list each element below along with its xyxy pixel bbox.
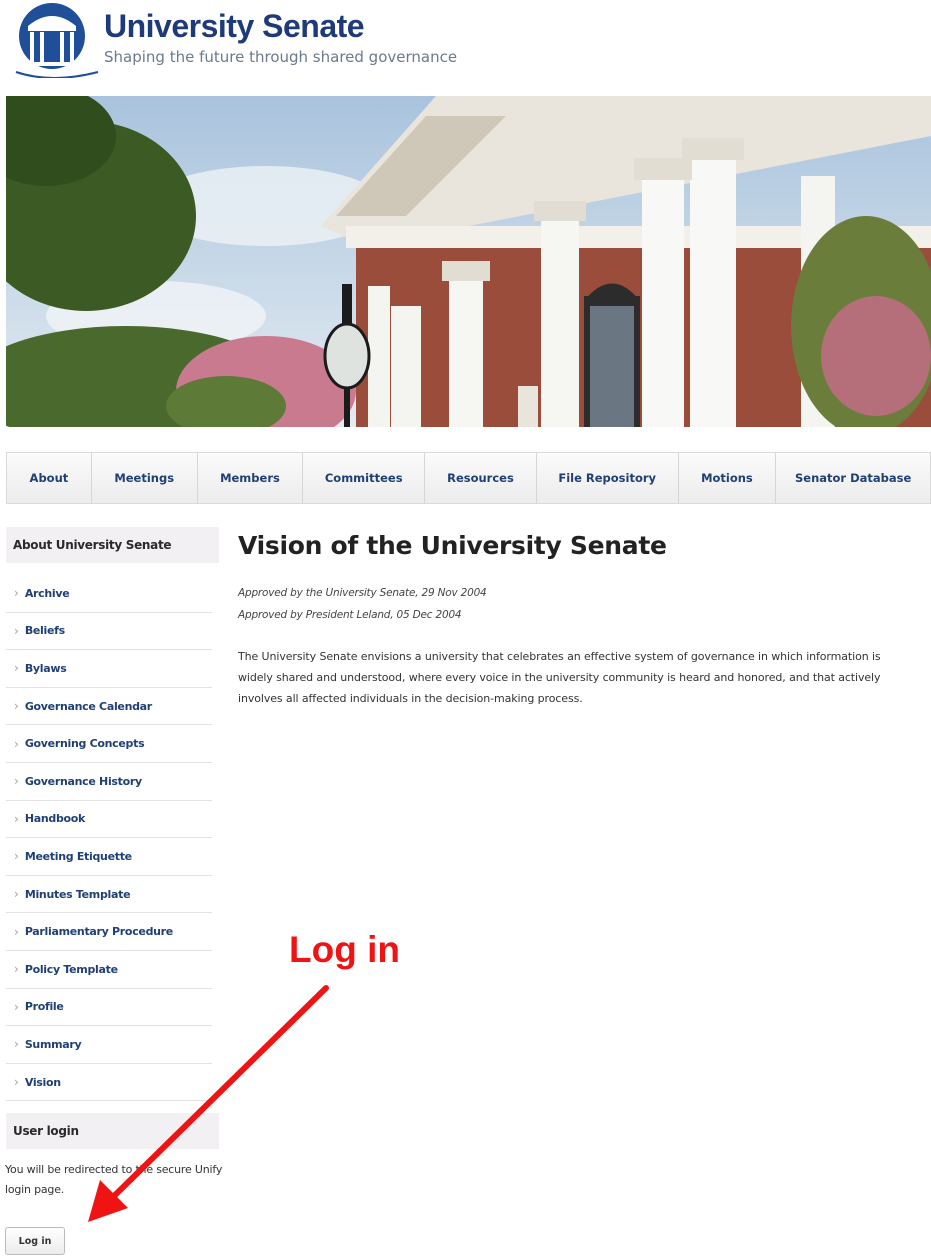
hero-banner-image: [6, 96, 931, 427]
sidebar-item-label: Minutes Template: [24, 887, 131, 901]
chevron-right-icon: ›: [14, 849, 19, 864]
vision-statement: The University Senate envisions a univer…: [238, 650, 881, 705]
nav-about[interactable]: About: [7, 453, 92, 503]
annotation-label: Log in: [289, 929, 400, 970]
nav-resources[interactable]: Resources: [425, 453, 537, 503]
user-login-title: User login: [6, 1113, 219, 1149]
sidebar-item-summary[interactable]: › Summary: [6, 1026, 212, 1064]
sidebar-item-governing-concepts[interactable]: › Governing Concepts: [6, 725, 212, 763]
sidebar-item-vision[interactable]: › Vision: [6, 1064, 212, 1102]
sidebar-item-label: Governance History: [24, 774, 142, 788]
sidebar-item-governance-history[interactable]: › Governance History: [6, 763, 212, 801]
sidebar-item-label: Bylaws: [24, 661, 67, 675]
nav-meetings[interactable]: Meetings: [92, 453, 198, 503]
sidebar-item-label: Profile: [24, 1000, 64, 1014]
nav-senator-database[interactable]: Senator Database: [776, 453, 930, 503]
sidebar-item-bylaws[interactable]: › Bylaws: [6, 650, 212, 688]
sidebar-item-minutes-template[interactable]: › Minutes Template: [6, 876, 212, 914]
senate-logo[interactable]: [6, 2, 100, 79]
login-button[interactable]: Log in: [5, 1227, 65, 1255]
nav-members[interactable]: Members: [198, 453, 304, 503]
sidebar-item-label: Governing Concepts: [24, 737, 145, 751]
sidebar-item-label: Summary: [24, 1037, 82, 1051]
sidebar-item-label: Parliamentary Procedure: [24, 925, 173, 939]
chevron-right-icon: ›: [14, 774, 19, 789]
chevron-right-icon: ›: [14, 699, 19, 714]
sidebar-item-label: Governance Calendar: [24, 699, 152, 713]
chevron-right-icon: ›: [14, 736, 19, 751]
sidebar-item-meeting-etiquette[interactable]: › Meeting Etiquette: [6, 838, 212, 876]
sidebar-item-profile[interactable]: › Profile: [6, 989, 212, 1027]
approval-note-president: Approved by President Leland, 05 Dec 200…: [238, 609, 462, 621]
sidebar-item-label: Beliefs: [24, 624, 65, 638]
chevron-right-icon: ›: [14, 1037, 19, 1052]
sidebar-item-archive[interactable]: › Archive: [6, 575, 212, 613]
nav-file-repository[interactable]: File Repository: [537, 453, 679, 503]
sidebar-item-label: Vision: [24, 1075, 61, 1089]
main-navigation: About Meetings Members Committees Resour…: [6, 452, 931, 504]
approval-note-senate: Approved by the University Senate, 29 No…: [238, 587, 487, 599]
login-redirect-note: You will be redirected to the secure Uni…: [5, 1163, 223, 1196]
chevron-right-icon: ›: [14, 586, 19, 601]
chevron-right-icon: ›: [14, 924, 19, 939]
sidebar-item-label: Policy Template: [24, 962, 118, 976]
nav-committees[interactable]: Committees: [303, 453, 426, 503]
sidebar-item-label: Meeting Etiquette: [24, 849, 132, 863]
about-block-title: About University Senate: [6, 527, 219, 563]
sidebar-item-label: Archive: [24, 586, 70, 600]
chevron-right-icon: ›: [14, 811, 19, 826]
chevron-right-icon: ›: [14, 623, 19, 638]
about-menu: › Archive › Beliefs › Bylaws › Governance Ca…: [6, 575, 212, 1102]
page-title: Vision of the University Senate: [238, 531, 667, 560]
chevron-right-icon: ›: [14, 887, 19, 902]
sidebar-item-governance-calendar[interactable]: › Governance Calendar: [6, 688, 212, 726]
sidebar-item-parliamentary-procedure[interactable]: › Parliamentary Procedure: [6, 913, 212, 951]
chevron-right-icon: ›: [14, 962, 19, 977]
sidebar-item-handbook[interactable]: › Handbook: [6, 801, 212, 839]
sidebar-item-policy-template[interactable]: › Policy Template: [6, 951, 212, 989]
site-slogan: Shaping the future through shared govern…: [104, 48, 458, 66]
nav-motions[interactable]: Motions: [679, 453, 777, 503]
chevron-right-icon: ›: [14, 1075, 19, 1090]
chevron-right-icon: ›: [14, 661, 19, 676]
sidebar-item-label: Handbook: [24, 812, 86, 826]
site-name[interactable]: University Senate: [104, 8, 365, 45]
site-header: University Senate Shaping the future thr…: [0, 0, 931, 92]
chevron-right-icon: ›: [14, 999, 19, 1014]
sidebar-item-beliefs[interactable]: › Beliefs: [6, 613, 212, 651]
